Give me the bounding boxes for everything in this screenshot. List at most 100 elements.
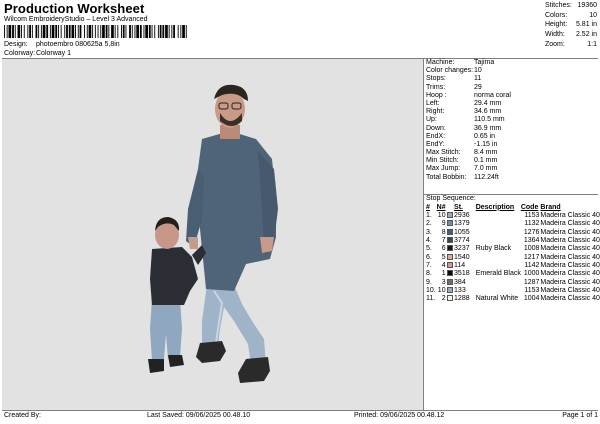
row-needle: 2	[441, 295, 446, 303]
stat-value: 19360	[577, 2, 597, 9]
last-saved: Last Saved: 09/06/2025 00.48.10	[147, 412, 251, 419]
row-needle: 6	[441, 245, 446, 253]
table-row: 6. 5 1540 1217 Madeira Classic 40	[426, 253, 600, 261]
stat-row: Stitches: 19360	[545, 2, 597, 12]
row-code: 1153	[524, 286, 540, 294]
stat-row: Width: 2.52 in	[545, 31, 597, 41]
stat-value: 1:1	[587, 40, 597, 48]
row-code: 1153	[524, 212, 540, 220]
row-code: 1008	[523, 245, 540, 253]
color-swatch	[446, 295, 453, 302]
info-label: Trims:	[426, 83, 446, 91]
design-stats: Stitches: 19360 Colors: 10 Height: 5.81 in …	[545, 2, 597, 50]
info-value: 8.4 mm	[474, 149, 498, 157]
row-code: 1364	[523, 237, 540, 245]
barcode	[4, 25, 187, 38]
created-by: Created By:	[4, 412, 41, 419]
row-description	[476, 261, 521, 269]
info-label: Stops:	[426, 75, 446, 83]
row-swatch	[446, 286, 454, 294]
row-brand: Madeira Classic 40	[540, 212, 600, 220]
man-shoe-right	[238, 357, 270, 383]
row-swatch	[446, 270, 454, 278]
col-header-num: #	[426, 203, 430, 211]
table-row: 2. 9 1379 1132 Madeira Classic 40	[426, 220, 600, 228]
table-row: 7. 4 114 1142 Madeira Classic 40	[426, 261, 600, 269]
row-needle: 7	[441, 237, 446, 245]
info-label: EndX:	[426, 132, 446, 140]
info-value: 11	[474, 75, 482, 83]
row-index: 8.	[426, 270, 432, 278]
row-swatch	[446, 278, 454, 286]
row-swatch	[446, 253, 454, 261]
row-stitches: 133	[454, 286, 466, 294]
col-header-description: Description	[475, 203, 515, 211]
colorway-row: Colorway:Colorway 1	[4, 50, 71, 57]
stat-label: Zoom:	[545, 40, 565, 48]
table-row: 3. 8 1055 1276 Madeira Classic 40	[426, 228, 600, 236]
info-row: Total Bobbin: 112.24ft	[426, 174, 511, 182]
info-label: Max Jump:	[426, 165, 461, 173]
info-value: 7.0 mm	[474, 165, 498, 173]
row-code: 1287	[523, 278, 540, 286]
row-brand: Madeira Classic 40	[540, 261, 600, 269]
row-index: 7.	[426, 261, 432, 269]
color-swatch	[446, 278, 453, 285]
row-description	[476, 220, 521, 228]
info-row: Left: 29.4 mm	[426, 100, 511, 108]
row-description	[476, 212, 521, 220]
info-value: norma coral	[474, 91, 511, 99]
info-label: Right:	[426, 108, 445, 116]
row-description: Emerald Black	[475, 270, 521, 278]
row-description: Natural White	[475, 295, 519, 303]
row-index: 1.	[426, 212, 432, 220]
info-row: EndX: 0.65 in	[426, 133, 511, 141]
child-shoe-left	[148, 359, 164, 373]
row-code: 1000	[523, 270, 540, 278]
info-label: Max Stitch:	[426, 149, 461, 157]
info-row: Stops: 11	[426, 75, 511, 83]
info-value: Tajima	[474, 59, 495, 66]
stat-label: Height:	[545, 21, 568, 29]
row-code: 1004	[523, 295, 540, 303]
row-index: 10.	[426, 286, 436, 294]
info-value: 0.65 in	[474, 132, 496, 140]
page-number: Page 1 of 1	[562, 412, 598, 419]
row-brand: Madeira Classic 40	[540, 295, 600, 303]
row-description: Ruby Black	[475, 245, 512, 253]
color-swatch	[446, 270, 453, 277]
table-header-row: # N# St. Description Code Brand	[426, 203, 600, 212]
row-brand: Madeira Classic 40	[540, 286, 600, 294]
row-brand: Madeira Classic 40	[540, 270, 600, 278]
row-swatch	[446, 212, 454, 220]
row-index: 5.	[426, 245, 432, 253]
info-label: Up:	[426, 116, 437, 124]
info-value: 10	[474, 67, 482, 75]
color-swatch	[446, 286, 453, 293]
info-value: 29.4 mm	[474, 99, 502, 107]
row-swatch	[446, 294, 454, 302]
row-code: 1132	[524, 220, 540, 228]
color-swatch	[446, 253, 453, 260]
printed-date: Printed: 09/06/2025 00.48.12	[354, 412, 445, 419]
software-subtitle: Wilcom EmbroideryStudio – Level 3 Advanc…	[4, 16, 148, 23]
row-swatch	[446, 236, 454, 244]
row-index: 6.	[426, 253, 432, 261]
row-stitches: 1055	[454, 228, 470, 236]
man-hand-left	[188, 237, 198, 249]
table-row: 9. 3 384 1287 Madeira Classic 40	[426, 278, 600, 286]
info-row: Trims: 29	[426, 84, 511, 92]
man-hand-right	[260, 237, 274, 253]
child-shoe-right	[168, 355, 184, 367]
footer-divider	[2, 410, 598, 411]
stat-label: Width:	[545, 31, 565, 39]
design-row: Design: photoembro 080625a 5,8in	[4, 41, 120, 48]
row-brand: Madeira Classic 40	[540, 220, 600, 228]
info-value: 0.1 mm	[474, 157, 498, 165]
stop-sequence-body: 1. 10 2936 1153 Madeira Classic 40 2. 9 1379 113…	[426, 212, 600, 303]
info-row: Max Stitch: 8.4 mm	[426, 149, 511, 157]
row-brand: Madeira Classic 40	[540, 278, 600, 286]
machine-info: Machine: Tajima Color changes:10 Stops: 11…	[426, 59, 511, 182]
row-stitches: 3774	[454, 237, 470, 245]
table-row: 10. 10 133 1153 Madeira Classic 40	[426, 286, 600, 294]
